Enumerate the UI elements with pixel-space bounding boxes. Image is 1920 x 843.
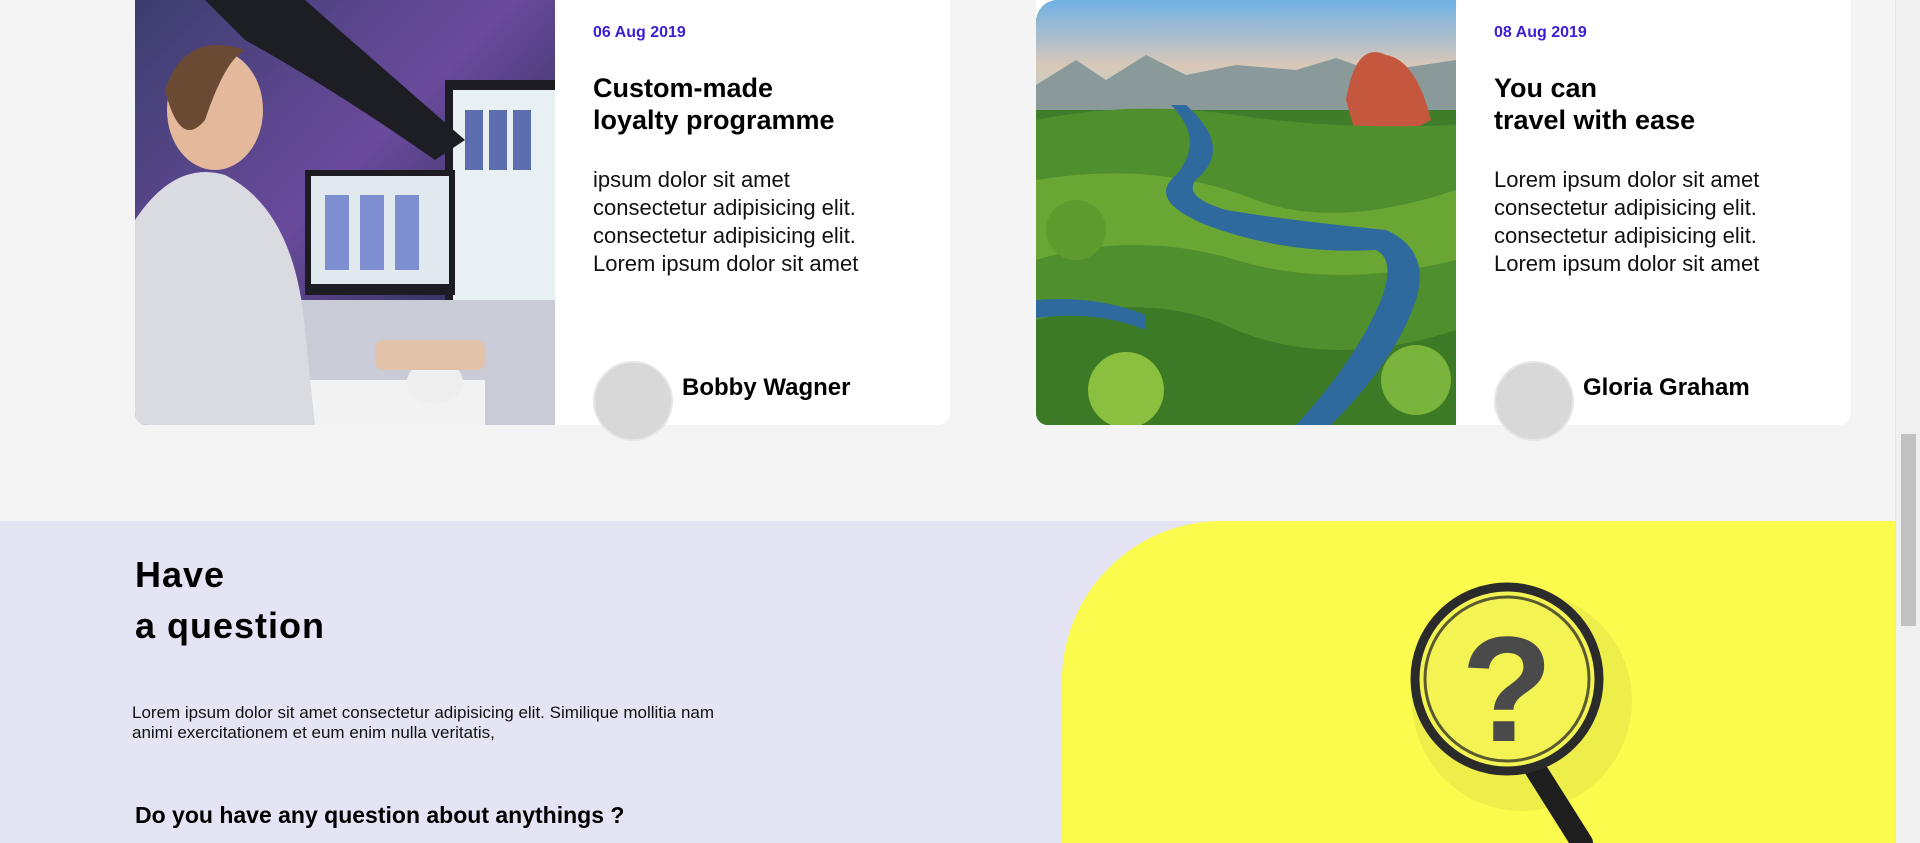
question-title-line: a question bbox=[135, 605, 326, 646]
post-excerpt-line: ipsum dolor sit amet bbox=[593, 167, 790, 192]
post-title-line: Custom-made bbox=[593, 73, 774, 103]
post-title[interactable]: You can travel with ease bbox=[1494, 72, 1695, 136]
author-name: Gloria Graham bbox=[1583, 374, 1750, 401]
question-description: Lorem ipsum dolor sit amet consectetur a… bbox=[132, 703, 715, 742]
post-excerpt-line: Lorem ipsum dolor sit amet bbox=[593, 251, 859, 276]
post-excerpt-line: consectetur adipisicing elit. bbox=[1494, 195, 1757, 220]
page: 06 Aug 2019 Custom-made loyalty programm… bbox=[0, 0, 1920, 843]
post-excerpt-line: consectetur adipisicing elit. bbox=[593, 223, 856, 248]
post-title-line: travel with ease bbox=[1494, 105, 1696, 135]
blog-card[interactable]: 08 Aug 2019 You can travel with ease Lor… bbox=[1036, 0, 1851, 441]
post-date: 08 Aug 2019 bbox=[1494, 24, 1587, 41]
question-title: Have a question bbox=[135, 549, 325, 651]
page-scrollbar[interactable] bbox=[1895, 0, 1920, 843]
post-title[interactable]: Custom-made loyalty programme bbox=[593, 72, 835, 136]
post-title-line: You can bbox=[1494, 73, 1598, 103]
post-excerpt-line: Lorem ipsum dolor sit amet bbox=[1494, 251, 1760, 276]
post-excerpt: Lorem ipsum dolor sit amet consectetur a… bbox=[1494, 166, 1759, 278]
question-subheading: Do you have any question about anythings… bbox=[135, 802, 625, 828]
blog-card-image bbox=[135, 0, 555, 425]
question-title-line: Have bbox=[135, 554, 226, 595]
scrollbar-thumb[interactable] bbox=[1901, 434, 1916, 626]
author-name: Bobby Wagner bbox=[682, 374, 851, 401]
magnifying-glass-icon: ? bbox=[1062, 521, 1895, 843]
post-excerpt-line: Lorem ipsum dolor sit amet bbox=[1494, 167, 1760, 192]
question-image: ? bbox=[1062, 521, 1895, 843]
blog-card-image bbox=[1036, 0, 1456, 425]
post-title-line: loyalty programme bbox=[593, 105, 835, 135]
author-avatar bbox=[593, 361, 673, 441]
svg-text:?: ? bbox=[1461, 605, 1553, 773]
post-excerpt-line: consectetur adipisicing elit. bbox=[1494, 223, 1757, 248]
author-avatar bbox=[1494, 361, 1574, 441]
post-excerpt-line: consectetur adipisicing elit. bbox=[593, 195, 856, 220]
question-section: Have a question Lorem ipsum dolor sit am… bbox=[0, 521, 1895, 843]
blog-card[interactable]: 06 Aug 2019 Custom-made loyalty programm… bbox=[135, 0, 950, 441]
post-date: 06 Aug 2019 bbox=[593, 24, 686, 41]
post-excerpt: ipsum dolor sit amet consectetur adipisi… bbox=[593, 166, 858, 278]
